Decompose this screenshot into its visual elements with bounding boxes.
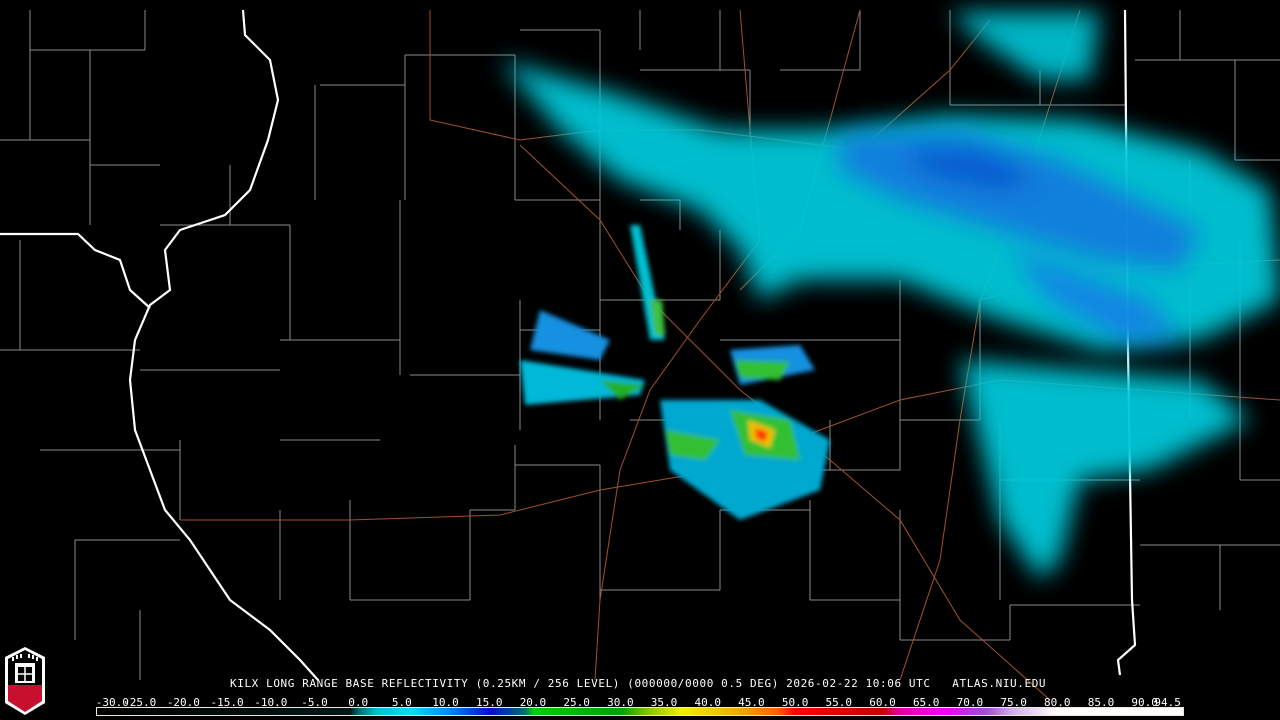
radar-echoes — [500, 12, 1280, 580]
colorbar — [96, 707, 1184, 716]
highways — [180, 9, 1280, 701]
product-title: KILX LONG RANGE BASE REFLECTIVITY (0.25K… — [230, 677, 1047, 690]
logo — [5, 647, 45, 715]
radar-map[interactable] — [0, 0, 1280, 720]
